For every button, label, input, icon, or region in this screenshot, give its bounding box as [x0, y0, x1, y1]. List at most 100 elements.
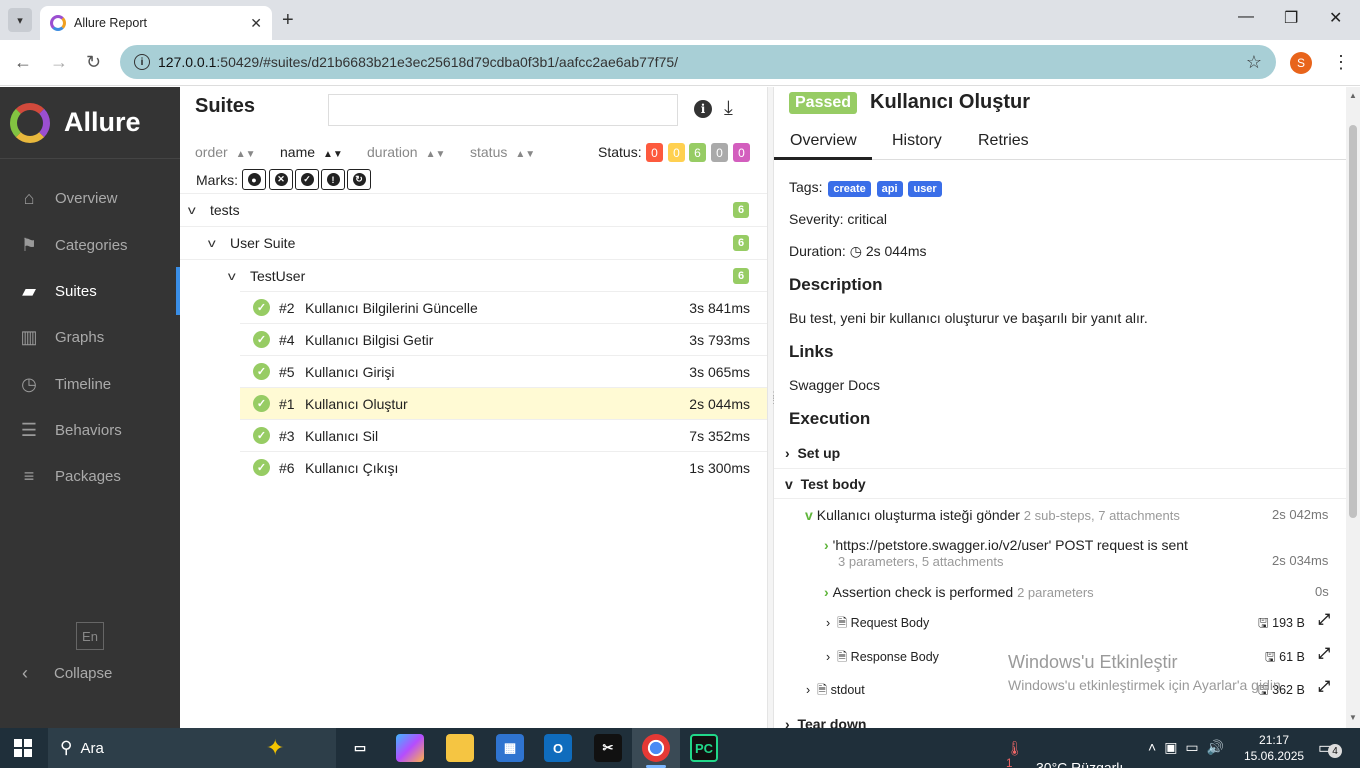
tag[interactable]: api: [876, 181, 903, 197]
chrome-icon[interactable]: [642, 734, 670, 762]
new-tab-button[interactable]: +: [282, 9, 294, 32]
test-row-selected[interactable]: ✓ #1 Kullanıcı Oluştur 2s 044ms: [240, 387, 767, 419]
browser-tab[interactable]: Allure Report ✕: [40, 6, 272, 40]
url-text[interactable]: 127.0.0.1:50429/#suites/d21b6683b21e3ec2…: [158, 54, 1246, 70]
status-failed-count[interactable]: 0: [646, 143, 663, 162]
minimize-button[interactable]: —: [1238, 8, 1254, 26]
outlook-icon[interactable]: O: [544, 734, 572, 762]
status-passed-count[interactable]: 6: [689, 143, 706, 162]
back-button[interactable]: ←: [14, 52, 32, 73]
sort-order[interactable]: order ▲▼: [195, 144, 255, 160]
pycharm-icon[interactable]: PC: [690, 734, 718, 762]
scroll-up-icon[interactable]: ▲: [1349, 91, 1357, 100]
home-icon: ⌂: [23, 187, 35, 208]
tree-node-testuser[interactable]: v TestUser 6: [180, 259, 767, 292]
attachment-request-body[interactable]: › 🗎 Request Body: [826, 614, 929, 635]
notification-center[interactable]: ▭ 4: [1318, 738, 1342, 758]
sort-duration[interactable]: duration ▲▼: [367, 144, 445, 160]
microsoft-store-icon[interactable]: ▦: [496, 734, 524, 762]
mark-new-failed-button[interactable]: ✕: [269, 169, 293, 190]
mark-retries-button[interactable]: ↻: [347, 169, 371, 190]
scrollbar-thumb[interactable]: [1349, 125, 1357, 518]
status-unknown-count[interactable]: 0: [733, 143, 750, 162]
test-row[interactable]: ✓ #4 Kullanıcı Bilgisi Getir 3s 793ms: [240, 323, 767, 355]
step-post-request[interactable]: ›'https://petstore.swagger.io/v2/user' P…: [824, 537, 1188, 553]
tag[interactable]: user: [908, 181, 942, 197]
tab-overview[interactable]: Overview: [790, 132, 857, 150]
sort-status[interactable]: status ▲▼: [470, 144, 535, 160]
tab-close-icon[interactable]: ✕: [250, 15, 262, 32]
sidebar-item-timeline[interactable]: ◷ Timeline: [0, 364, 180, 404]
info-icon[interactable]: i: [694, 100, 712, 118]
volume-icon[interactable]: 🔊: [1207, 739, 1232, 755]
test-row[interactable]: ✓ #3 Kullanıcı Sil 7s 352ms: [240, 419, 767, 451]
tab-search-button[interactable]: ▾: [8, 8, 32, 32]
scroll-down-icon[interactable]: ▼: [1349, 713, 1357, 722]
allure-brand[interactable]: Allure: [0, 87, 180, 159]
profile-avatar[interactable]: S: [1290, 52, 1312, 74]
tree-node-user-suite[interactable]: v User Suite 6: [180, 226, 767, 259]
sidebar-item-graphs[interactable]: ▥ Graphs: [0, 317, 180, 357]
file-explorer-icon[interactable]: [446, 734, 474, 762]
taskbar-clock[interactable]: 21:17 15.06.2025: [1244, 732, 1304, 764]
sidebar-item-suites[interactable]: ▰ Suites: [0, 267, 180, 315]
capcut-icon[interactable]: ✂: [594, 734, 622, 762]
sidebar-item-categories[interactable]: ⚑ Categories: [0, 225, 180, 265]
mark-flaky-button[interactable]: ●: [242, 169, 266, 190]
bomb-icon: ●: [247, 173, 261, 186]
tree-node-tests[interactable]: v tests 6: [180, 193, 767, 226]
taskbar-search[interactable]: ⚲ Ara ✦: [48, 728, 336, 768]
status-broken-count[interactable]: 0: [668, 143, 685, 162]
language-switch[interactable]: En: [76, 622, 104, 650]
attachment-response-body[interactable]: › 🗎 Response Body: [826, 648, 939, 669]
test-body-section[interactable]: v Test body: [785, 476, 866, 492]
status-skipped-count[interactable]: 0: [711, 143, 728, 162]
tag[interactable]: create: [828, 181, 871, 197]
copilot-icon[interactable]: [396, 734, 424, 762]
forward-button[interactable]: →: [50, 52, 68, 73]
tab-retries[interactable]: Retries: [978, 132, 1029, 150]
expand-icon[interactable]: ⤢: [1318, 611, 1330, 628]
detail-scrollbar[interactable]: ▲ ▼: [1346, 87, 1360, 728]
reload-button[interactable]: ↻: [86, 52, 101, 73]
system-tray[interactable]: ˄▣▭🔊: [1148, 739, 1232, 756]
size-value: 61 B: [1279, 650, 1305, 664]
test-row[interactable]: ✓ #5 Kullanıcı Girişi 3s 065ms: [240, 355, 767, 387]
chevron-up-icon[interactable]: ˄: [1148, 739, 1164, 755]
teardown-section[interactable]: › Tear down: [785, 716, 866, 728]
step-create-user[interactable]: v Kullanıcı oluşturma isteği gönder 2 sub…: [805, 507, 1180, 523]
meet-icon[interactable]: ▣: [1164, 739, 1185, 755]
windows-start-icon[interactable]: [14, 739, 32, 757]
search-input[interactable]: [328, 94, 678, 126]
collapse-button[interactable]: ‹ Collapse: [0, 653, 180, 693]
sidebar-item-behaviors[interactable]: ☰ Behaviors: [0, 410, 180, 450]
mark-new-passed-button[interactable]: ✓: [295, 169, 319, 190]
test-duration: 1s 300ms: [689, 459, 750, 476]
download-icon[interactable]: ⤓: [724, 97, 733, 120]
step-assertion[interactable]: › Assertion check is performed 2 paramete…: [824, 584, 1094, 600]
maximize-button[interactable]: ❐: [1284, 8, 1298, 28]
sidebar-item-overview[interactable]: ⌂ Overview: [0, 178, 180, 218]
close-window-button[interactable]: ✕: [1329, 8, 1342, 28]
address-bar[interactable]: i 127.0.0.1:50429/#suites/d21b6683b21e3e…: [120, 45, 1276, 79]
site-info-icon[interactable]: i: [134, 54, 150, 70]
sidebar-item-packages[interactable]: ≡ Packages: [0, 456, 180, 496]
weather-widget[interactable]: 🌡1 30°C Rüzgarlı: [1006, 740, 1123, 776]
browser-menu-icon[interactable]: ⋮: [1332, 52, 1350, 73]
bookmark-star-icon[interactable]: ☆: [1246, 52, 1262, 73]
step-duration: 2s 034ms: [1272, 553, 1329, 568]
tab-history[interactable]: History: [892, 132, 942, 150]
expand-icon[interactable]: ⤢: [1318, 645, 1330, 662]
mark-new-broken-button[interactable]: !: [321, 169, 345, 190]
pane-splitter[interactable]: ⋮⋮: [767, 87, 778, 728]
count-badge: 6: [733, 202, 749, 218]
attachment-stdout[interactable]: › 🗎 stdout: [806, 681, 865, 702]
expand-icon[interactable]: ⤢: [1318, 678, 1330, 695]
sort-name[interactable]: name ▲▼: [280, 144, 343, 160]
task-view-icon[interactable]: ▭: [346, 734, 374, 762]
setup-section[interactable]: › Set up: [785, 445, 840, 461]
test-row[interactable]: ✓ #2 Kullanıcı Bilgilerini Güncelle 3s 841m…: [240, 291, 767, 323]
test-row[interactable]: ✓ #6 Kullanıcı Çıkışı 1s 300ms: [240, 451, 767, 483]
swagger-docs-link[interactable]: Swagger Docs: [789, 377, 880, 393]
network-icon[interactable]: ▭: [1185, 739, 1206, 755]
